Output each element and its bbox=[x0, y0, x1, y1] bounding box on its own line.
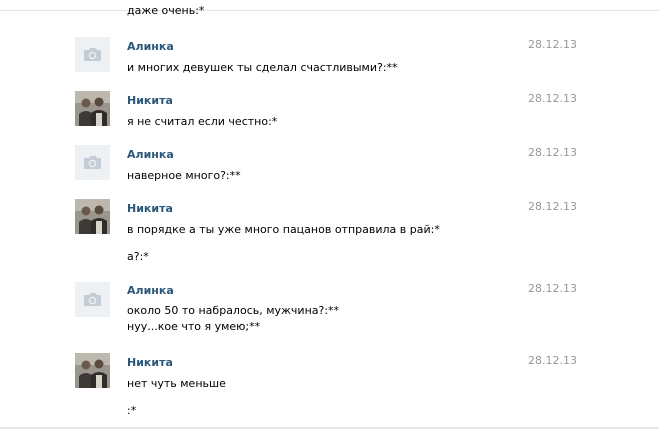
message-date[interactable]: 28.12.13 bbox=[528, 146, 577, 160]
message-text: даже очень:* bbox=[127, 4, 205, 17]
message-text: наверное много?:** bbox=[127, 169, 241, 182]
camera-placeholder-icon[interactable] bbox=[75, 37, 110, 72]
top-border bbox=[0, 0, 659, 11]
message-date[interactable]: 28.12.13 bbox=[528, 354, 577, 368]
message-date[interactable]: 28.12.13 bbox=[528, 92, 577, 106]
message-text: :* bbox=[127, 404, 137, 417]
author-name[interactable]: Алинка bbox=[127, 148, 174, 162]
message-text: нет чуть меньше bbox=[127, 377, 226, 390]
message-date[interactable]: 28.12.13 bbox=[528, 200, 577, 214]
author-name[interactable]: Никита bbox=[127, 202, 173, 216]
author-name[interactable]: Никита bbox=[127, 356, 173, 370]
message-text: а?:* bbox=[127, 250, 149, 263]
camera-placeholder-icon[interactable] bbox=[75, 282, 110, 317]
user-avatar[interactable] bbox=[75, 353, 110, 388]
user-avatar[interactable] bbox=[75, 199, 110, 234]
message-text: и многих девушек ты сделал счастливыми?:… bbox=[127, 61, 398, 74]
author-name[interactable]: Алинка bbox=[127, 40, 174, 54]
message-text: около 50 то набралось, мужчина?:** bbox=[127, 304, 340, 317]
author-name[interactable]: Алинка bbox=[127, 284, 174, 298]
message-date[interactable]: 28.12.13 bbox=[528, 282, 577, 296]
author-name[interactable]: Никита bbox=[127, 94, 173, 108]
message-text: нуу...кое что я умею;** bbox=[127, 320, 261, 333]
camera-placeholder-icon[interactable] bbox=[75, 145, 110, 180]
message-text: я не считал если честно:* bbox=[127, 115, 278, 128]
user-avatar[interactable] bbox=[75, 91, 110, 126]
message-text: в порядке а ты уже много пацанов отправи… bbox=[127, 223, 440, 236]
message-date[interactable]: 28.12.13 bbox=[528, 38, 577, 52]
